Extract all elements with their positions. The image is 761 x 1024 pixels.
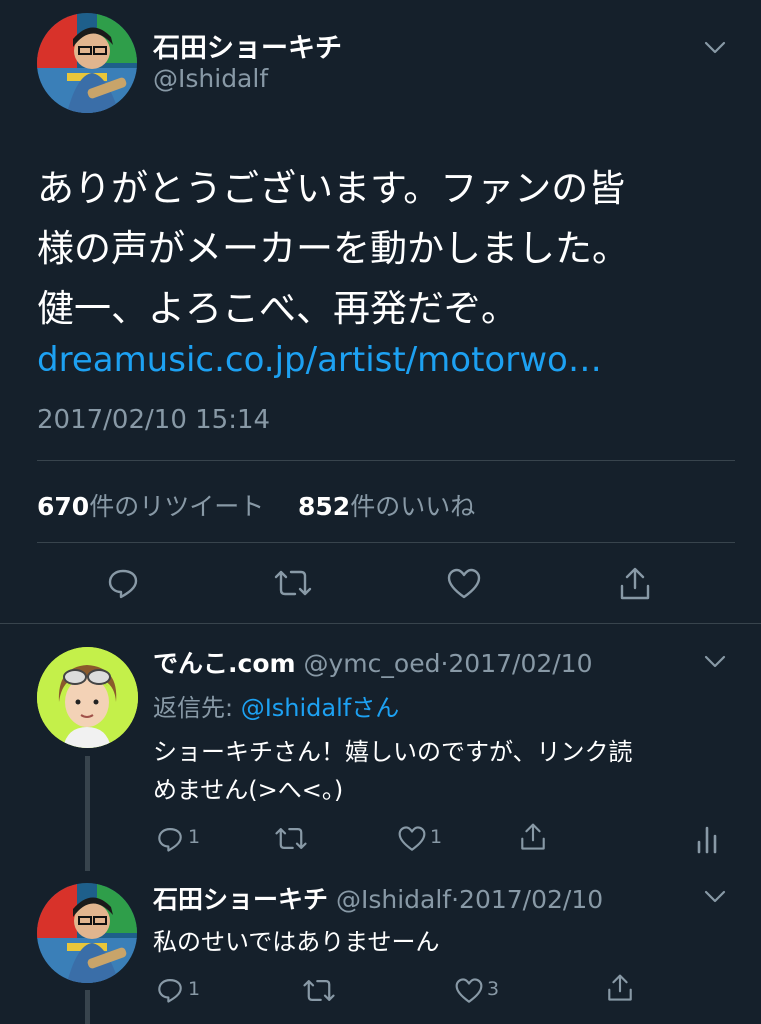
like-count: 1 xyxy=(430,826,443,848)
retweet-count: 670 xyxy=(37,492,90,521)
retweet-label: 件のリツイート xyxy=(89,492,265,521)
heart-icon[interactable] xyxy=(446,567,482,601)
thread-line xyxy=(85,756,90,871)
reply-to-handle[interactable]: @Ishidalf xyxy=(241,694,352,722)
share-icon[interactable] xyxy=(618,566,652,602)
reply-date[interactable]: 2017/02/10 xyxy=(459,885,603,914)
reply-count: 1 xyxy=(188,978,201,1000)
reply-author-name[interactable]: でんこ.com xyxy=(153,649,296,678)
tweet-text-line-2: 様の声がメーカーを動かしました。 xyxy=(37,227,629,270)
chevron-down-icon[interactable] xyxy=(703,887,727,907)
author-avatar[interactable] xyxy=(37,13,137,113)
reply-author-handle[interactable]: @ymc_oed xyxy=(304,649,441,678)
reply-to-label: 返信先: xyxy=(153,694,241,722)
reply-text-line-2: めません(>へ<。) xyxy=(153,776,344,804)
divider xyxy=(37,542,735,543)
reply-avatar[interactable] xyxy=(37,647,138,748)
reply-header: 石田ショーキチ @Ishidalf·2017/02/10 xyxy=(153,880,603,916)
chevron-down-icon[interactable] xyxy=(703,38,727,58)
reply-icon[interactable] xyxy=(106,566,140,600)
reply-date[interactable]: 2017/02/10 xyxy=(448,649,592,678)
divider xyxy=(0,623,761,624)
reply-text-line-1: ショーキチさん！嬉しいのですが、リンク読 xyxy=(153,738,633,766)
like-label: 件のいいね xyxy=(350,492,476,521)
thread-line xyxy=(85,990,90,1024)
tweet-text-line-3: 健一、よろこべ、再発だぞ。 xyxy=(37,287,518,330)
reply-text: 私のせいではありませーん xyxy=(153,928,440,956)
like-stat[interactable]: 852件のいいね xyxy=(298,487,475,523)
retweet-stat[interactable]: 670件のリツイート xyxy=(37,487,264,523)
reply-header: でんこ.com @ymc_oed·2017/02/10 xyxy=(153,644,593,680)
reply-to-suffix: さん xyxy=(351,694,400,722)
reply-avatar[interactable] xyxy=(37,883,137,983)
chevron-down-icon[interactable] xyxy=(703,652,727,672)
heart-icon[interactable] xyxy=(454,977,484,1005)
heart-icon[interactable] xyxy=(397,825,427,853)
like-count: 3 xyxy=(487,978,500,1000)
reply-count: 1 xyxy=(188,826,201,848)
reply-icon[interactable] xyxy=(156,976,184,1004)
reply-author-name[interactable]: 石田ショーキチ xyxy=(153,885,328,914)
share-icon[interactable] xyxy=(519,822,547,852)
reply-icon[interactable] xyxy=(156,825,184,853)
like-count: 852 xyxy=(298,492,351,521)
tweet-timestamp[interactable]: 2017/02/10 15:14 xyxy=(37,405,270,435)
analytics-icon[interactable] xyxy=(696,824,718,854)
retweet-icon[interactable] xyxy=(272,566,314,600)
reply-author-handle[interactable]: @Ishidalf xyxy=(336,885,451,914)
share-icon[interactable] xyxy=(606,973,634,1003)
separator: · xyxy=(451,885,460,914)
tweet-link[interactable]: dreamusic.co.jp/artist/motorwo… xyxy=(37,340,602,380)
author-name[interactable]: 石田ショーキチ xyxy=(153,26,342,65)
divider xyxy=(37,460,735,461)
author-handle[interactable]: @Ishidalf xyxy=(153,64,268,93)
retweet-icon[interactable] xyxy=(301,976,337,1005)
tweet-text-line-1: ありがとうございます。ファンの皆 xyxy=(37,167,626,210)
retweet-icon[interactable] xyxy=(273,824,309,853)
reply-to: 返信先: @Ishidalfさん xyxy=(153,688,399,723)
